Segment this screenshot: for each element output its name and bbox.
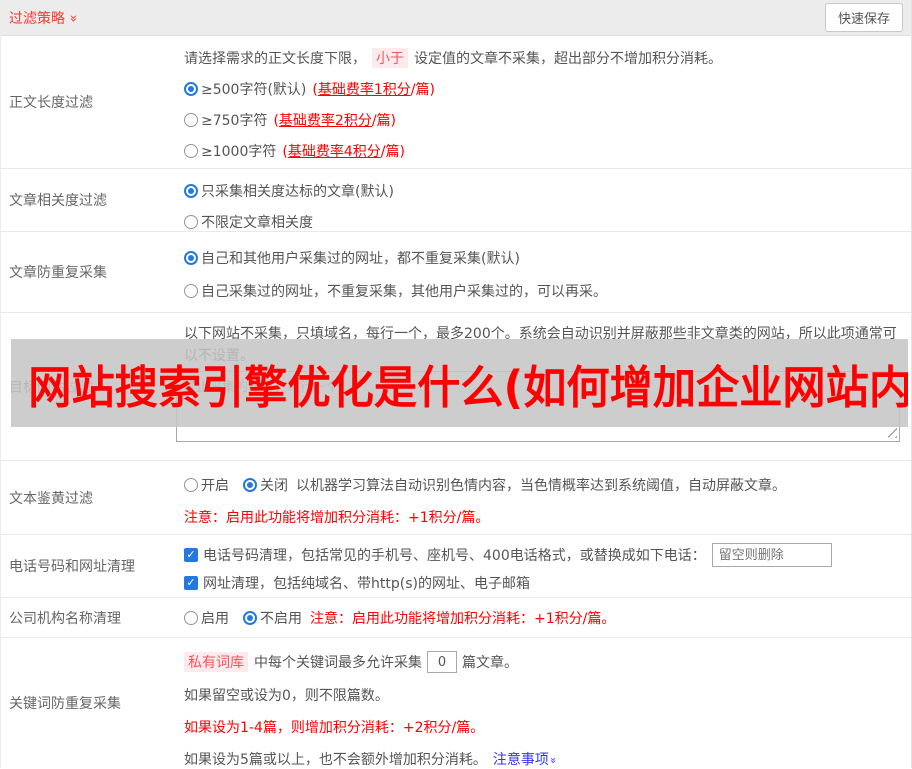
keyword-note-five: 如果设为5篇或以上，也不会额外增加积分消耗。 (184, 752, 487, 768)
radio-option-company-on[interactable]: 启用 (184, 608, 229, 628)
url-cleanup-checkbox[interactable]: 网址清理，包括纯域名、带http(s)的网址、电子邮箱 (184, 573, 911, 593)
keyword-note-zero: 如果留空或设为0，则不限篇数。 (184, 688, 389, 704)
private-lexicon-tag: 私有词库 (184, 652, 248, 672)
row-label: 电话号码和网址清理 (9, 559, 135, 575)
radio-selected-icon (184, 251, 198, 265)
page-title-text: 过滤策略 (9, 10, 65, 27)
porn-filter-description: 以机器学习算法自动识别色情内容，当色情概率达到系统阈值，自动屏蔽文章。 (296, 478, 786, 494)
double-chevron-down-icon: » (65, 14, 81, 21)
phone-cleanup-checkbox[interactable]: 电话号码清理，包括常见的手机号、座机号、400电话格式，或替换成如下电话： (184, 545, 706, 565)
keyword-limit-input[interactable] (427, 651, 457, 673)
company-cleanup-cost-note: 注意：启用此功能将增加积分消耗：+1积分/篇。 (310, 610, 616, 627)
textarea-resize-grip-icon[interactable] (887, 428, 897, 438)
row-dedup-collection: 文章防重复采集 自己和其他用户采集过的网址，都不重复采集(默认) 自己采集过的网… (1, 232, 911, 313)
row-label: 文章防重复采集 (9, 265, 107, 281)
radio-option-1000[interactable]: ≥1000字符 (基础费率4积分/篇) (184, 141, 911, 161)
notes-link[interactable]: 注意事项 » (493, 749, 560, 769)
radio-unselected-icon (184, 144, 198, 158)
radio-option-dedup-all[interactable]: 自己和其他用户采集过的网址，都不重复采集(默认) (184, 248, 911, 268)
radio-option-porn-on[interactable]: 开启 (184, 475, 229, 495)
checkbox-checked-icon (184, 548, 198, 562)
radio-selected-icon (243, 610, 257, 625)
keyword-cost-note: 如果设为1-4篇，则增加积分消耗：+2积分/篇。 (184, 720, 485, 736)
row-label: 文章相关度过滤 (9, 193, 107, 209)
row-label: 公司机构名称清理 (9, 610, 121, 627)
overlay-banner-text: 网站搜索引擎优化是什么(如何增加企业网站内 (28, 360, 908, 414)
page-title[interactable]: 过滤策略 » (9, 8, 81, 28)
radio-option-company-off[interactable]: 不启用 (243, 608, 302, 628)
radio-selected-icon (184, 82, 198, 96)
radio-selected-icon (243, 478, 257, 492)
row-body-length-filter: 正文长度过滤 请选择需求的正文长度下限， 小于 设定值的文章不采集，超出部分不增… (1, 36, 911, 169)
radio-option-relevance-any[interactable]: 不限定文章相关度 (184, 212, 911, 232)
toolbar: 过滤策略 » 快速保存 (1, 0, 911, 36)
replacement-phone-input[interactable] (711, 543, 832, 567)
radio-option-relevance-strict[interactable]: 只采集相关度达标的文章(默认) (184, 181, 911, 201)
quick-save-button[interactable]: 快速保存 (824, 3, 903, 32)
checkbox-checked-icon (184, 576, 198, 590)
radio-unselected-icon (184, 113, 198, 127)
radio-option-porn-off[interactable]: 关闭 (243, 475, 288, 495)
radio-unselected-icon (184, 610, 198, 625)
overlay-banner: 网站搜索引擎优化是什么(如何增加企业网站内 (11, 339, 908, 427)
row-relevance-filter: 文章相关度过滤 只采集相关度达标的文章(默认) 不限定文章相关度 (1, 169, 911, 232)
radio-unselected-icon (184, 478, 198, 492)
row-porn-filter: 文本鉴黄过滤 开启 关闭 以机器学习算法自动识别色情内容，当色情概率达到系统阈值… (1, 461, 911, 535)
row-phone-url-cleanup: 电话号码和网址清理 电话号码清理，包括常见的手机号、座机号、400电话格式，或替… (1, 535, 911, 598)
fee-note: (基础费率4积分/篇) (282, 144, 405, 160)
radio-option-500[interactable]: ≥500字符(默认) (基础费率1积分/篇) (184, 79, 911, 99)
radio-unselected-icon (184, 284, 198, 298)
radio-selected-icon (184, 184, 198, 198)
row-keyword-dedup: 关键词防重复采集 私有词库 中每个关键词最多允许采集 篇文章。 如果留空或设为0… (1, 638, 911, 768)
row-label: 关键词防重复采集 (9, 696, 121, 712)
radio-option-750[interactable]: ≥750字符 (基础费率2积分/篇) (184, 110, 911, 130)
row-company-name-cleanup: 公司机构名称清理 启用 不启用 注意：启用此功能将增加积分消耗：+1积分/篇。 (1, 598, 911, 638)
length-intro: 请选择需求的正文长度下限， 小于 设定值的文章不采集，超出部分不增加积分消耗。 (184, 48, 911, 68)
fee-note: (基础费率1积分/篇) (312, 82, 435, 98)
row-label: 文本鉴黄过滤 (9, 490, 93, 507)
less-than-tag: 小于 (372, 48, 408, 68)
fee-note: (基础费率2积分/篇) (273, 113, 397, 129)
double-chevron-down-icon: » (546, 756, 560, 762)
row-label: 正文长度过滤 (9, 95, 93, 111)
porn-filter-cost-note: 注意：启用此功能将增加积分消耗：+1积分/篇。 (184, 510, 490, 526)
radio-unselected-icon (184, 215, 198, 229)
radio-option-dedup-self[interactable]: 自己采集过的网址，不重复采集，其他用户采集过的，可以再采。 (184, 281, 911, 301)
